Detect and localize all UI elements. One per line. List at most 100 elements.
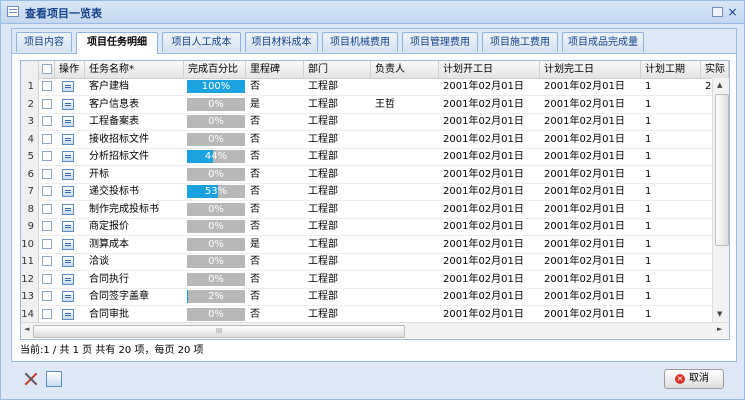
select-all-checkbox[interactable] [42, 64, 52, 74]
row-action-cell [55, 218, 85, 235]
planned-start: 2001年02月01日 [443, 116, 524, 127]
task-name: 开标 [89, 168, 109, 180]
row-checkbox[interactable] [42, 308, 52, 319]
column-header-pct[interactable]: 完成百分比 [184, 61, 246, 78]
tab-4[interactable]: 项目机械费用 [322, 32, 398, 52]
cancel-button[interactable]: × 取消 [664, 369, 724, 389]
owner [371, 288, 439, 305]
tab-7[interactable]: 项目成品完成量 [562, 32, 644, 52]
column-header-dept[interactable]: 部门 [304, 61, 371, 78]
view-details-icon[interactable] [62, 256, 74, 267]
progress-label: 0% [208, 273, 224, 285]
table-row[interactable]: 5 分析招标文件 44% 否 工程部 2001年02月01日 2001年02月01日 1 [21, 148, 729, 166]
department: 工程部 [308, 151, 338, 162]
row-checkbox[interactable] [42, 151, 52, 161]
table-row[interactable]: 2 客户信息表 0% 是 工程部 王哲 2001年02月01日 2001年02月01日 1 [21, 95, 729, 114]
tools-icon[interactable] [23, 371, 39, 387]
row-checkbox[interactable] [42, 273, 52, 284]
close-icon[interactable]: × [727, 6, 738, 18]
row-checkbox[interactable] [42, 186, 52, 196]
row-checkbox[interactable] [42, 98, 52, 109]
planned-duration: 1 [645, 221, 652, 232]
progress-bar: 0% [187, 202, 245, 216]
scroll-left-icon[interactable]: ◄ [24, 325, 29, 333]
column-header-owner[interactable]: 负责人 [371, 61, 439, 78]
view-details-icon[interactable] [62, 308, 74, 320]
planned-end: 2001年02月01日 [544, 291, 625, 302]
scroll-right-icon[interactable]: ► [717, 325, 722, 333]
view-details-icon[interactable] [62, 151, 74, 162]
title-bar[interactable]: 查看项目一览表 × [1, 1, 744, 24]
table-row[interactable]: 4 接收招标文件 0% 否 工程部 2001年02月01日 2001年02月01日 1 [21, 130, 729, 149]
row-checkbox[interactable] [42, 133, 52, 144]
column-header-start[interactable]: 计划开工日 [439, 61, 540, 78]
tab-0[interactable]: 项目内容 [16, 32, 72, 52]
row-checkbox[interactable] [42, 203, 52, 214]
table-row[interactable]: 7 递交投标书 53% 否 工程部 2001年02月01日 2001年02月01日 1 [21, 183, 729, 201]
planned-duration: 1 [645, 168, 652, 180]
view-details-icon[interactable] [62, 273, 74, 285]
view-details-icon[interactable] [62, 291, 74, 302]
vertical-scroll-thumb[interactable] [715, 94, 729, 246]
table-row[interactable]: 12 合同执行 0% 否 工程部 2001年02月01日 2001年02月01日 1 [21, 270, 729, 289]
planned-end: 2001年02月01日 [544, 203, 625, 215]
view-details-icon[interactable] [62, 133, 74, 145]
view-details-icon[interactable] [62, 116, 74, 127]
tab-3[interactable]: 项目材料成本 [245, 32, 318, 52]
table-row[interactable]: 10 测算成本 0% 是 工程部 2001年02月01日 2001年02月01日 1 [21, 235, 729, 254]
table-row[interactable]: 3 工程备案表 0% 否 工程部 2001年02月01日 2001年02月01日 1 [21, 113, 729, 131]
table-row[interactable]: 9 商定报价 0% 否 工程部 2001年02月01日 2001年02月01日 1 [21, 218, 729, 236]
planned-end: 2001年02月01日 [544, 221, 625, 232]
row-checkbox[interactable] [42, 81, 52, 91]
maximize-icon[interactable] [712, 7, 723, 17]
view-details-icon[interactable] [62, 81, 74, 92]
column-header-name[interactable]: 任务名称* [85, 61, 184, 78]
row-checkbox[interactable] [42, 221, 52, 231]
row-checkbox[interactable] [42, 168, 52, 179]
column-header-end[interactable]: 计划完工日 [540, 61, 641, 78]
row-number: 3 [21, 113, 39, 130]
table-row[interactable]: 13 合同签字盖章 2% 否 工程部 2001年02月01日 2001年02月01日 1 [21, 288, 729, 306]
view-details-icon[interactable] [62, 168, 74, 180]
table-row[interactable]: 11 洽谈 0% 否 工程部 2001年02月01日 2001年02月01日 1 [21, 253, 729, 271]
planned-start: 2001年02月01日 [443, 221, 524, 232]
grid-view-icon[interactable] [46, 371, 62, 387]
column-header-dur[interactable]: 计划工期 [641, 61, 701, 78]
scroll-up-icon[interactable]: ▲ [717, 81, 722, 89]
department: 工程部 [308, 168, 338, 180]
horizontal-scroll-thumb[interactable]: III [33, 325, 405, 338]
row-checkbox-cell [39, 148, 55, 165]
planned-duration: 1 [645, 81, 652, 92]
department: 工程部 [308, 186, 338, 197]
view-details-icon[interactable] [62, 221, 74, 232]
view-details-icon[interactable] [62, 238, 74, 250]
vertical-scrollbar[interactable]: ▲ ▼ [712, 78, 729, 322]
row-action-cell [55, 201, 85, 218]
tab-2[interactable]: 项目人工成本 [162, 32, 241, 52]
horizontal-scrollbar[interactable]: ◄ III ► [21, 322, 729, 338]
tab-5[interactable]: 项目管理费用 [402, 32, 478, 52]
view-details-icon[interactable] [62, 186, 74, 197]
column-header-op[interactable]: 操作 [55, 61, 85, 78]
column-header-act[interactable]: 实际 [701, 61, 729, 78]
tab-6[interactable]: 项目施工费用 [482, 32, 558, 52]
planned-end: 2001年02月01日 [544, 116, 625, 127]
tab-strip: 项目内容 项目任务明细 项目人工成本 项目材料成本 项目机械费用 项目管理费用 项目施工费用… [12, 29, 736, 54]
progress-bar: 0% [187, 97, 245, 111]
milestone: 否 [250, 291, 260, 302]
milestone: 是 [250, 98, 260, 110]
tab-1[interactable]: 项目任务明细 [76, 32, 158, 54]
table-row[interactable]: 14 合同审批 0% 否 工程部 2001年02月01日 2001年02月01日 1 [21, 305, 729, 324]
row-checkbox[interactable] [42, 238, 52, 249]
view-details-icon[interactable] [62, 203, 74, 215]
row-checkbox[interactable] [42, 116, 52, 126]
table-row[interactable]: 6 开标 0% 否 工程部 2001年02月01日 2001年02月01日 1 [21, 165, 729, 184]
owner [371, 271, 439, 288]
column-header-mile[interactable]: 里程碑 [246, 61, 304, 78]
row-checkbox[interactable] [42, 256, 52, 266]
view-details-icon[interactable] [62, 98, 74, 110]
table-row[interactable]: 1 客户建档 100% 否工程部 2001年02月01日 2001年02月01日 1 2 [21, 78, 729, 96]
table-row[interactable]: 8 制作完成投标书 0% 否 工程部 2001年02月01日 2001年02月01日 1 [21, 200, 729, 219]
row-checkbox[interactable] [42, 291, 52, 301]
scroll-down-icon[interactable]: ▼ [717, 310, 722, 318]
